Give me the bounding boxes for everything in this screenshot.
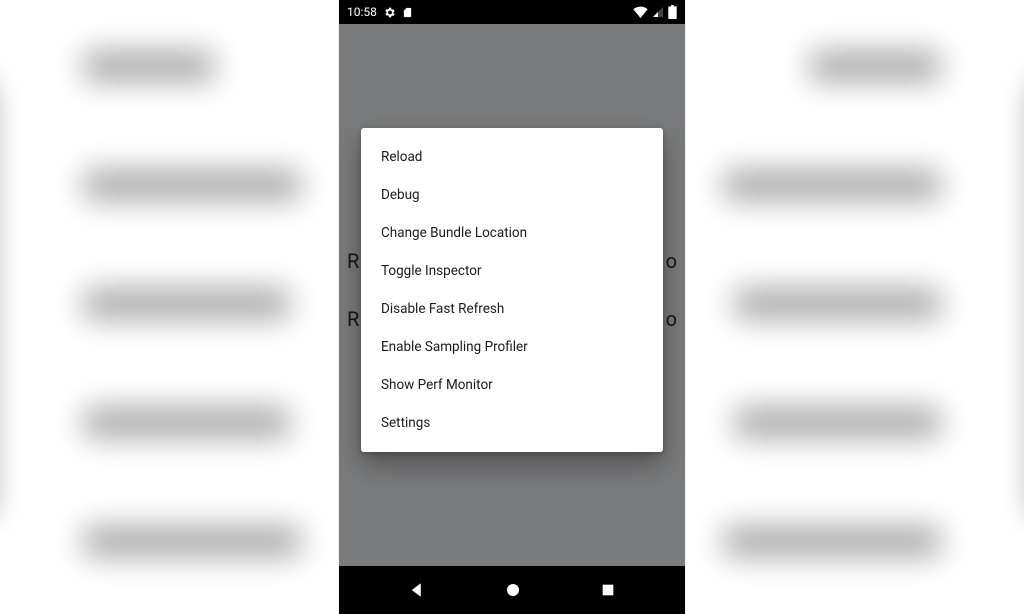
developer-menu: Reload Debug Change Bundle Location Togg… <box>361 128 663 452</box>
menu-item-perf-monitor[interactable]: Show Perf Monitor <box>361 366 663 404</box>
menu-item-label: Reload <box>381 149 422 165</box>
obscured-text-right-2: o <box>666 307 677 331</box>
app-content: R o R o Reload Debug Change Bundle Locat… <box>339 24 685 566</box>
wifi-icon <box>633 6 648 18</box>
nav-recents-icon[interactable] <box>600 582 616 598</box>
menu-item-bundle[interactable]: Change Bundle Location <box>361 214 663 252</box>
phone-frame: 10:58 R o <box>339 0 685 614</box>
menu-item-label: Show Perf Monitor <box>381 377 493 393</box>
menu-item-inspector[interactable]: Toggle Inspector <box>361 252 663 290</box>
blurred-backdrop-left <box>0 0 365 614</box>
nav-home-icon[interactable] <box>504 581 522 599</box>
menu-item-label: Enable Sampling Profiler <box>381 339 528 355</box>
page-background: 10:58 R o <box>0 0 1024 614</box>
obscured-text-left-2: R <box>347 307 359 331</box>
blurred-backdrop-right <box>659 0 1024 614</box>
menu-item-label: Disable Fast Refresh <box>381 301 504 317</box>
gear-icon <box>383 6 396 19</box>
obscured-text-right-1: o <box>666 249 677 273</box>
menu-item-profiler[interactable]: Enable Sampling Profiler <box>361 328 663 366</box>
nav-back-icon[interactable] <box>408 581 426 599</box>
status-time: 10:58 <box>347 5 377 19</box>
battery-icon <box>668 5 677 19</box>
signal-icon <box>652 6 664 18</box>
menu-item-label: Settings <box>381 415 430 431</box>
menu-item-reload[interactable]: Reload <box>361 138 663 176</box>
menu-item-label: Toggle Inspector <box>381 263 482 279</box>
menu-item-label: Change Bundle Location <box>381 225 527 241</box>
navigation-bar <box>339 566 685 614</box>
obscured-text-left-1: R <box>347 249 359 273</box>
status-bar: 10:58 <box>339 0 685 24</box>
menu-item-debug[interactable]: Debug <box>361 176 663 214</box>
menu-item-settings[interactable]: Settings <box>361 404 663 442</box>
menu-item-fast-refresh[interactable]: Disable Fast Refresh <box>361 290 663 328</box>
menu-item-label: Debug <box>381 187 420 203</box>
sd-card-icon <box>402 6 413 19</box>
